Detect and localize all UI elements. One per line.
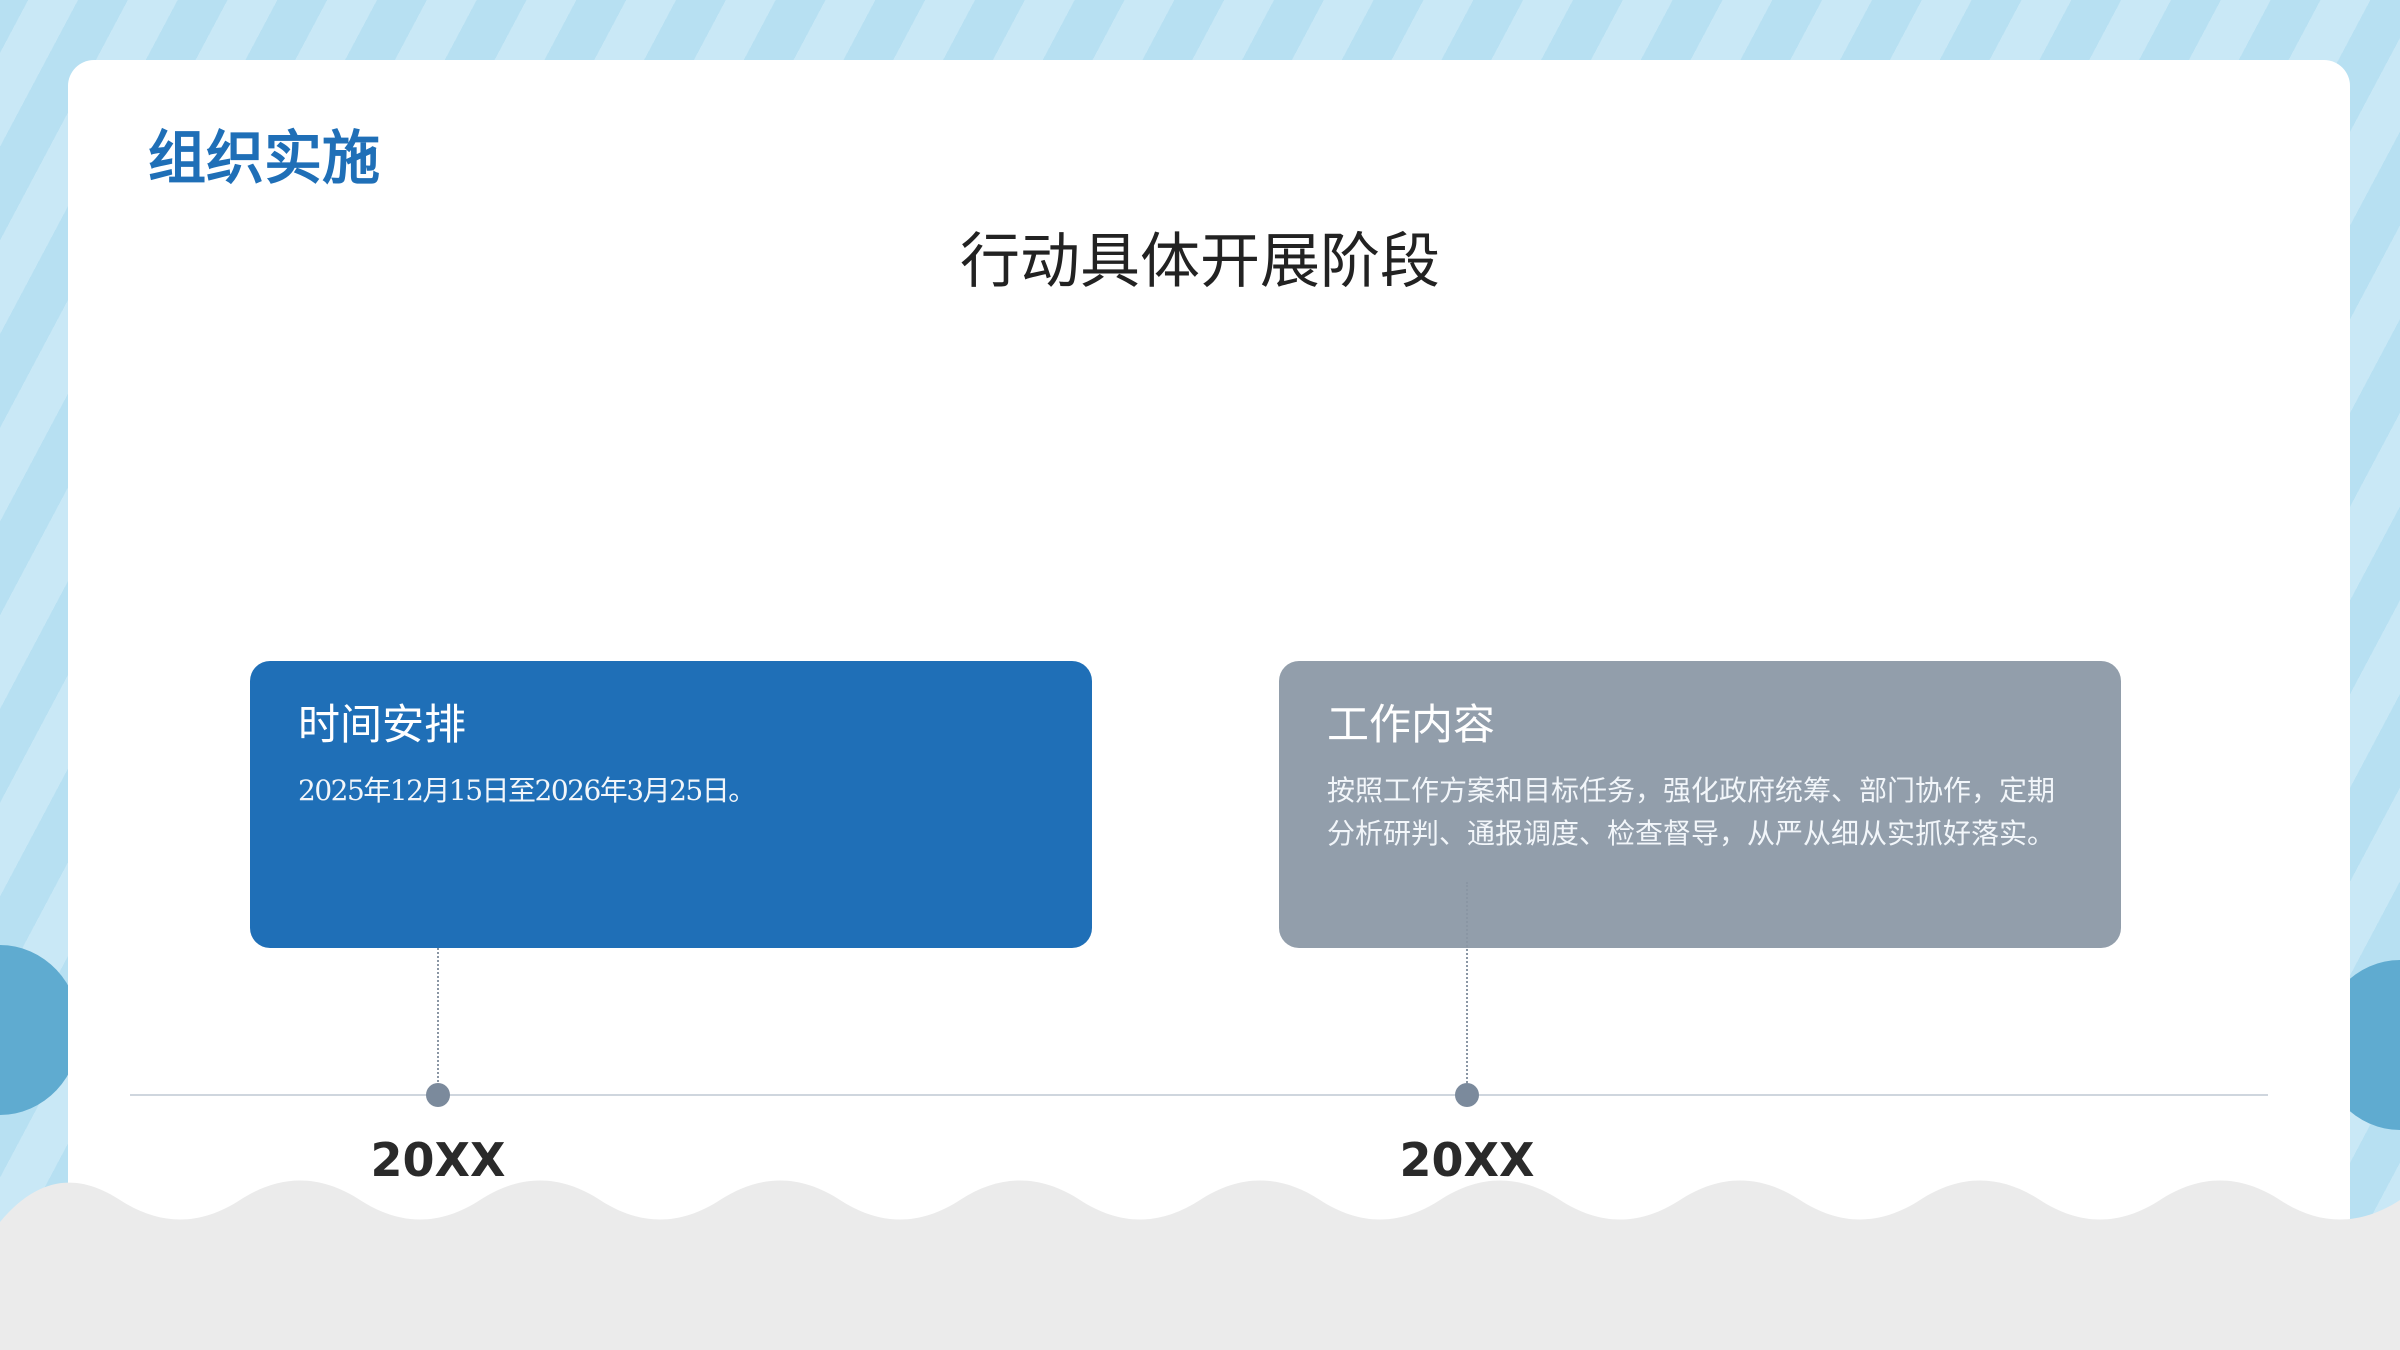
stage-body: 2025年12月15日至2026年3月25日。 [298,774,756,807]
stage-body: 按照工作方案和目标任务，强化政府统筹、部门协作，定期分析研判、通报调度、检查督导… [1327,774,2056,850]
timeline-connector [437,948,439,1094]
page-subtitle: 行动具体开展阶段 [960,227,1440,297]
timeline-connector [1466,882,1468,1094]
timeline-dot [426,1083,450,1107]
stage-heading: 工作内容 [1327,700,1496,749]
timeline-dot [1455,1083,1479,1107]
page-title: 组织实施 [148,124,381,192]
timeline-axis [130,1094,2268,1096]
stage-card-schedule: 时间安排 2025年12月15日至2026年3月25日。 [250,661,1092,948]
stage-card-content: 工作内容 按照工作方案和目标任务，强化政府统筹、部门协作，定期分析研判、通报调度… [1279,661,2121,948]
stage-heading: 时间安排 [298,700,467,749]
decorative-bottom-wave [0,1180,2400,1350]
